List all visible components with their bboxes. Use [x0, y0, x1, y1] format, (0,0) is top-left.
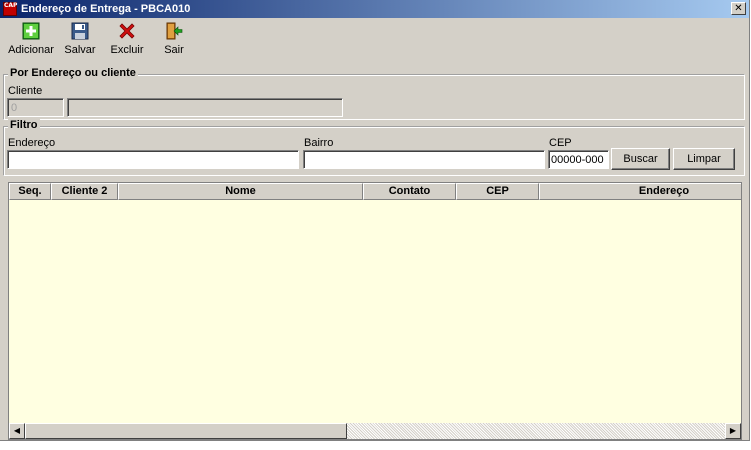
- exit-door-icon: [165, 22, 183, 40]
- delete-label: Excluir: [110, 44, 144, 56]
- cep-field[interactable]: [548, 150, 609, 169]
- column-header-contato[interactable]: Contato: [363, 183, 456, 200]
- main-window: CAP Endereço de Entrega - PBCA010 ✕ Adic…: [0, 0, 750, 441]
- search-button[interactable]: Buscar: [611, 148, 670, 170]
- app-icon: CAP: [3, 2, 17, 16]
- clear-button[interactable]: Limpar: [673, 148, 735, 170]
- title-bar: CAP Endereço de Entrega - PBCA010 ✕: [0, 0, 749, 18]
- client-label: Cliente: [8, 85, 43, 97]
- add-icon: [22, 22, 40, 40]
- window-title: Endereço de Entrega - PBCA010: [21, 3, 191, 15]
- column-header-seq[interactable]: Seq.: [9, 183, 51, 200]
- column-header-nome[interactable]: Nome: [118, 183, 363, 200]
- floppy-disk-icon: [71, 22, 89, 40]
- column-header-endereco[interactable]: Endereço: [539, 183, 741, 200]
- neighborhood-field[interactable]: [303, 150, 545, 169]
- address-field[interactable]: [7, 150, 299, 169]
- filter-group-title: Filtro: [8, 119, 40, 131]
- neighborhood-label: Bairro: [304, 137, 334, 149]
- close-button[interactable]: ✕: [731, 2, 746, 15]
- exit-label: Sair: [164, 44, 184, 56]
- background-area: [0, 441, 751, 450]
- grid-header: Seq. Cliente 2 Nome Contato CEP Endereço: [9, 183, 741, 200]
- scroll-thumb[interactable]: [25, 423, 347, 439]
- address-grid[interactable]: Seq. Cliente 2 Nome Contato CEP Endereço…: [8, 182, 742, 440]
- cep-label: CEP: [549, 137, 572, 149]
- column-header-cep[interactable]: CEP: [456, 183, 539, 200]
- save-label: Salvar: [64, 44, 96, 56]
- add-button[interactable]: Adicionar: [7, 22, 55, 56]
- red-x-icon: [118, 22, 136, 40]
- scroll-left-button[interactable]: ◀: [9, 423, 25, 439]
- save-button[interactable]: Salvar: [62, 22, 98, 56]
- client-code-field[interactable]: [7, 98, 64, 117]
- exit-button[interactable]: Sair: [160, 22, 188, 56]
- scroll-right-button[interactable]: ▶: [725, 423, 741, 439]
- column-header-cliente2[interactable]: Cliente 2: [51, 183, 118, 200]
- address-label: Endereço: [8, 137, 56, 149]
- add-label: Adicionar: [8, 44, 54, 56]
- client-group-title: Por Endereço ou cliente: [8, 67, 138, 79]
- delete-button[interactable]: Excluir: [108, 22, 146, 56]
- horizontal-scrollbar[interactable]: ◀ ▶: [9, 423, 741, 439]
- client-name-field[interactable]: [67, 98, 343, 117]
